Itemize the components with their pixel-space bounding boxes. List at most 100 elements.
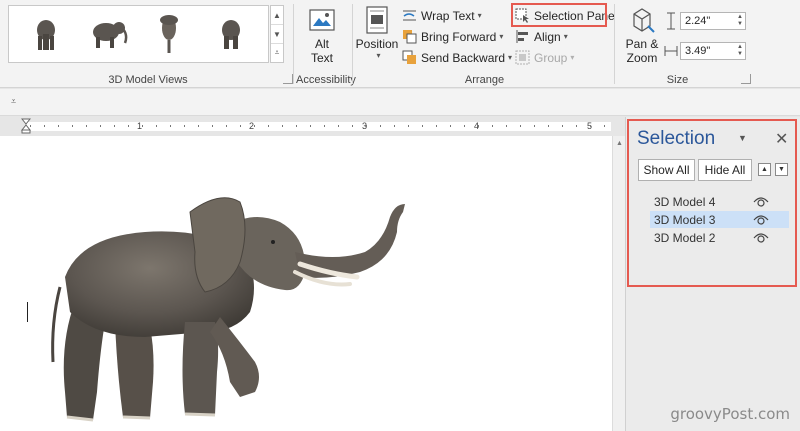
- ruler-tick: [296, 125, 297, 127]
- scroll-up-icon[interactable]: ▲: [616, 140, 623, 147]
- size-launcher-icon[interactable]: [741, 74, 751, 84]
- ruler-tick: [198, 125, 199, 127]
- ruler-tick: [394, 125, 395, 127]
- align-label: Align: [534, 29, 561, 44]
- ruler-tick: [212, 125, 213, 127]
- ruler-tick: [380, 125, 381, 127]
- ruler-tick: [562, 125, 563, 127]
- size-group-label: Size: [666, 74, 689, 86]
- gallery-scroll-down-icon[interactable]: ▼: [271, 25, 283, 44]
- ruler-tick: [226, 125, 227, 127]
- arrange-group-label: Arrange: [464, 74, 505, 86]
- align-button[interactable]: Align ▾: [515, 27, 568, 46]
- ruler-tick: [310, 125, 311, 127]
- model-views-launcher-icon[interactable]: [283, 74, 293, 84]
- divider: [352, 4, 353, 84]
- ruler-tick: [170, 125, 171, 127]
- model-view-thumb-front[interactable]: [20, 10, 72, 58]
- bring-forward-button[interactable]: Bring Forward ▾: [402, 27, 503, 46]
- group-icon: [515, 50, 530, 65]
- ruler-tick: [142, 125, 143, 127]
- ruler-tick: [590, 125, 591, 127]
- pan-zoom-button[interactable]: Pan & Zoom: [622, 6, 662, 65]
- ruler-tick: [506, 125, 507, 127]
- ruler-tick: [492, 125, 493, 127]
- ruler-tick: [114, 125, 115, 127]
- ruler-tick: [548, 125, 549, 127]
- quick-access-bar: ⩡: [0, 89, 800, 116]
- height-value: 2.24": [685, 15, 711, 27]
- ruler-tick: [408, 125, 409, 127]
- alt-text-button[interactable]: Alt Text: [302, 8, 342, 65]
- alt-text-label: Alt Text: [310, 37, 333, 65]
- send-backward-button[interactable]: Send Backward ▾: [402, 48, 512, 67]
- ruler-tick: [352, 125, 353, 127]
- watermark: groovyPost.com: [670, 405, 790, 423]
- send-backward-icon: [402, 50, 416, 64]
- ruler-tick: [44, 125, 45, 127]
- text-cursor: [27, 302, 28, 322]
- height-spinner[interactable]: 2.24" ▲ ▼: [664, 12, 746, 30]
- pan-zoom-icon: [633, 8, 655, 33]
- spin-arrows-icon[interactable]: ▲ ▼: [737, 14, 743, 28]
- ruler-tick: [422, 125, 423, 127]
- selection-pane-highlight-box: [627, 119, 797, 287]
- alt-text-icon: [309, 9, 335, 31]
- height-input[interactable]: 2.24" ▲ ▼: [680, 12, 746, 30]
- ruler-tick: [30, 125, 31, 127]
- ruler-tick: [436, 125, 437, 127]
- ruler-tick: [464, 125, 465, 127]
- chevron-down-icon: ▾: [563, 32, 568, 41]
- gallery-scroll[interactable]: ▲ ▼ ⩡: [270, 5, 284, 63]
- ruler-tick: [338, 125, 339, 127]
- customize-toolbar-icon[interactable]: ⩡: [11, 96, 16, 107]
- elephant-3d-model[interactable]: [45, 192, 410, 424]
- width-spinner[interactable]: 3.49" ▲ ▼: [664, 42, 746, 60]
- ribbon: ▲ ▼ ⩡ 3D Model Views Alt Text Accessibil…: [0, 0, 800, 88]
- position-icon: [366, 6, 388, 34]
- gallery-more-icon[interactable]: ⩡: [271, 44, 283, 62]
- divider: [293, 4, 294, 84]
- gallery-scroll-up-icon[interactable]: ▲: [271, 6, 283, 25]
- model-view-thumb-side[interactable]: [82, 10, 134, 58]
- ruler-tick: [128, 125, 129, 127]
- width-value: 3.49": [685, 45, 711, 57]
- wrap-text-icon: [403, 10, 416, 21]
- model-view-thumb-top[interactable]: [143, 10, 195, 58]
- bring-forward-label: Bring Forward: [421, 29, 497, 44]
- ruler-tick: [72, 125, 73, 127]
- width-input[interactable]: 3.49" ▲ ▼: [680, 42, 746, 60]
- ruler-tick: [324, 125, 325, 127]
- ruler-tick: [254, 125, 255, 127]
- chevron-down-icon: ▾: [499, 32, 504, 41]
- ruler-tick: [268, 125, 269, 127]
- chevron-down-icon: ▾: [477, 11, 482, 20]
- selection-pane-highlight: [511, 3, 607, 27]
- ruler-tick: [520, 125, 521, 127]
- ruler-tick: [240, 125, 241, 127]
- spin-arrows-icon[interactable]: ▲ ▼: [737, 44, 743, 58]
- model-view-thumb-back[interactable]: [205, 10, 257, 58]
- divider: [614, 4, 615, 84]
- model-views-group-label: 3D Model Views: [108, 74, 188, 86]
- chevron-down-icon: ▾: [570, 53, 575, 62]
- group-label: Group: [534, 50, 568, 65]
- height-icon: [667, 12, 675, 30]
- ruler-tick: [534, 125, 535, 127]
- accessibility-group-label: Accessibility: [296, 74, 356, 86]
- ruler-tick: [100, 125, 101, 127]
- model-views-gallery[interactable]: [8, 5, 269, 63]
- vertical-scrollbar[interactable]: ▲: [612, 136, 625, 431]
- chevron-down-icon: ▾: [508, 53, 513, 62]
- ruler-tick: [366, 125, 367, 127]
- ruler-tick: [156, 125, 157, 127]
- ruler-tick: [604, 125, 605, 127]
- ruler-tick: [478, 125, 479, 127]
- ruler-tick: [450, 125, 451, 127]
- ruler-tick: [184, 125, 185, 127]
- group-button[interactable]: Group ▾: [515, 48, 574, 67]
- position-button[interactable]: Position ▾: [356, 6, 398, 60]
- width-icon: [664, 46, 678, 56]
- chevron-down-icon: ▾: [376, 51, 381, 60]
- wrap-text-button[interactable]: Wrap Text ▾: [402, 6, 482, 25]
